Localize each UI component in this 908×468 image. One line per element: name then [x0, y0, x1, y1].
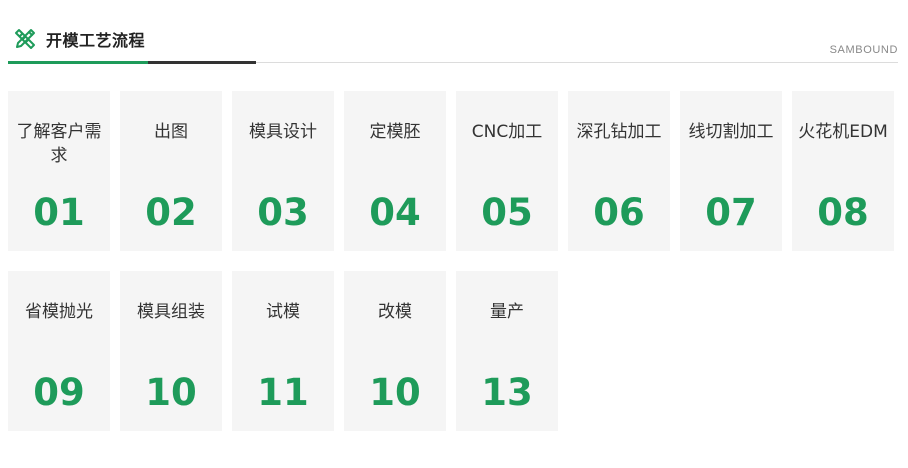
ruler-pencil-icon [15, 29, 35, 49]
page-title: 开模工艺流程 [46, 31, 146, 50]
step-label: 省模抛光 [25, 302, 93, 322]
process-step-card[interactable]: 量产 13 [456, 271, 558, 431]
header-dark-bar [148, 61, 256, 64]
step-label: 改模 [378, 302, 412, 322]
step-number: 03 [257, 191, 309, 234]
process-step-card[interactable]: CNC加工 05 [456, 91, 558, 251]
step-label: 量产 [490, 302, 524, 322]
step-label: CNC加工 [471, 122, 543, 142]
header-accent-bar [8, 61, 148, 64]
title-group: 开模工艺流程 [12, 25, 145, 53]
process-steps-grid: 了解客户需求 01 出图 02 模具设计 03 定模胚 04 CNC加工 05 深孔钻加工 06 线切割… [8, 91, 894, 431]
step-label: 线切割加工 [688, 122, 774, 142]
step-label: 模具组装 [137, 302, 205, 322]
brand-label: SAMBOUND [829, 44, 898, 56]
step-label: 定模胚 [369, 122, 421, 142]
process-step-card[interactable]: 试模 11 [232, 271, 334, 431]
step-label: 出图 [154, 122, 188, 142]
step-label: 试模 [266, 302, 300, 322]
step-number: 06 [593, 191, 645, 234]
process-step-card[interactable]: 省模抛光 09 [8, 271, 110, 431]
section-header: 开模工艺流程 SAMBOUND [8, 22, 898, 64]
step-number: 09 [33, 371, 85, 414]
process-step-card[interactable]: 深孔钻加工 06 [568, 91, 670, 251]
step-number: 08 [817, 191, 869, 234]
step-number: 10 [369, 371, 421, 414]
process-step-card[interactable]: 了解客户需求 01 [8, 91, 110, 251]
step-number: 01 [33, 191, 85, 234]
step-number: 11 [257, 371, 309, 414]
process-step-card[interactable]: 定模胚 04 [344, 91, 446, 251]
process-step-card[interactable]: 火花机EDM 08 [792, 91, 894, 251]
step-label: 火花机EDM [798, 122, 888, 142]
step-label: 模具设计 [249, 122, 317, 142]
process-step-card[interactable]: 改模 10 [344, 271, 446, 431]
step-number: 13 [481, 371, 533, 414]
step-number: 07 [705, 191, 757, 234]
step-number: 02 [145, 191, 197, 234]
process-page: 开模工艺流程 SAMBOUND 了解客户需求 01 出图 02 模具设计 03 定模胚 04 C… [0, 0, 908, 468]
step-label: 了解客户需求 [16, 122, 102, 166]
process-step-card[interactable]: 模具设计 03 [232, 91, 334, 251]
process-step-card[interactable]: 线切割加工 07 [680, 91, 782, 251]
process-step-card[interactable]: 模具组装 10 [120, 271, 222, 431]
step-number: 04 [369, 191, 421, 234]
step-number: 10 [145, 371, 197, 414]
step-label: 深孔钻加工 [576, 122, 662, 142]
process-step-card[interactable]: 出图 02 [120, 91, 222, 251]
step-number: 05 [481, 191, 533, 234]
